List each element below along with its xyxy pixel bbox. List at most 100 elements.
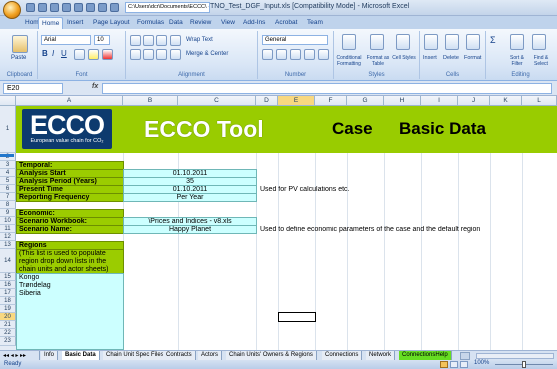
sort-icon[interactable]: [74, 3, 83, 12]
row-header[interactable]: 11: [0, 225, 16, 233]
horizontal-scrollbar[interactable]: [476, 353, 554, 359]
row-header[interactable]: 13: [0, 241, 16, 249]
row-header[interactable]: 12: [0, 233, 16, 241]
italic-button[interactable]: I: [52, 49, 54, 58]
paste-label[interactable]: Paste: [11, 55, 26, 61]
borders-icon[interactable]: [74, 49, 85, 60]
indent-icon[interactable]: [170, 49, 181, 60]
tab-data[interactable]: Data: [166, 17, 186, 29]
column-header-c[interactable]: C: [178, 96, 256, 106]
number-format-select[interactable]: General: [262, 35, 328, 45]
find-select-button[interactable]: Find & Select: [529, 55, 553, 67]
undo-icon[interactable]: [98, 3, 107, 12]
reporting-frequency-value[interactable]: Per Year: [123, 193, 257, 202]
font-color-icon[interactable]: [102, 49, 113, 60]
sort-filter-button[interactable]: Sort & Filter: [506, 55, 528, 67]
spellcheck-icon[interactable]: [62, 3, 71, 12]
insert-cells-icon[interactable]: [424, 34, 438, 50]
row-header[interactable]: 15: [0, 273, 16, 281]
tab-acrobat[interactable]: Acrobat: [272, 17, 300, 29]
row-header[interactable]: 1: [0, 106, 16, 153]
row-header[interactable]: 23: [0, 337, 16, 346]
row-header[interactable]: 7: [0, 193, 16, 201]
align-middle-icon[interactable]: [143, 35, 154, 46]
tab-review[interactable]: Review: [187, 17, 214, 29]
column-header-g[interactable]: G: [347, 96, 384, 106]
page-layout-icon[interactable]: [450, 361, 458, 368]
selected-cell[interactable]: [278, 312, 316, 322]
tab-home-active[interactable]: Home: [38, 17, 64, 29]
increase-decimal-icon[interactable]: [304, 49, 315, 60]
bold-button[interactable]: B: [42, 49, 48, 58]
format-cells-icon[interactable]: [466, 34, 480, 50]
regions-list[interactable]: Kongo Trøndelag Siberia: [16, 273, 124, 350]
preview-icon[interactable]: [50, 3, 59, 12]
sum-icon[interactable]: [86, 3, 95, 12]
row-header[interactable]: 3: [0, 161, 16, 169]
fill-color-icon[interactable]: [88, 49, 99, 60]
column-header-i[interactable]: I: [421, 96, 458, 106]
column-header-l[interactable]: L: [522, 96, 557, 106]
column-header-b[interactable]: B: [123, 96, 178, 106]
conditional-formatting-button[interactable]: Conditional Formatting: [334, 55, 364, 67]
tab-add-ins[interactable]: Add-Ins: [240, 17, 268, 29]
format-table-icon[interactable]: [370, 34, 384, 50]
row-header[interactable]: 19: [0, 305, 16, 313]
row-header[interactable]: 18: [0, 297, 16, 305]
align-center-icon[interactable]: [143, 49, 154, 60]
autosum-icon[interactable]: Σ: [490, 35, 496, 45]
find-select-icon[interactable]: [532, 34, 546, 50]
cell-styles-button[interactable]: Cell Styles: [392, 55, 416, 61]
column-header-h[interactable]: H: [384, 96, 421, 106]
row-header[interactable]: 9: [0, 209, 16, 217]
column-header-f[interactable]: F: [315, 96, 347, 106]
row-header[interactable]: 21: [0, 321, 16, 329]
row-header[interactable]: 5: [0, 177, 16, 185]
region-item[interactable]: Kongo: [19, 274, 123, 282]
percent-icon[interactable]: [276, 49, 287, 60]
row-header[interactable]: 10: [0, 217, 16, 225]
name-box[interactable]: E20: [3, 83, 63, 94]
format-table-button[interactable]: Format as Table: [364, 55, 392, 67]
merge-center-button[interactable]: Merge & Center: [186, 51, 228, 57]
orientation-icon[interactable]: [170, 35, 181, 46]
format-button[interactable]: Format: [464, 55, 481, 61]
align-top-icon[interactable]: [130, 35, 141, 46]
row-header[interactable]: 22: [0, 329, 16, 337]
wrap-text-button[interactable]: Wrap Text: [186, 37, 213, 43]
conditional-formatting-icon[interactable]: [342, 34, 356, 50]
insert-button[interactable]: Insert: [423, 55, 437, 61]
cell-styles-icon[interactable]: [396, 34, 410, 50]
column-header-k[interactable]: K: [490, 96, 522, 106]
tab-view[interactable]: View: [218, 17, 238, 29]
currency-icon[interactable]: [262, 49, 273, 60]
row-header[interactable]: 16: [0, 281, 16, 289]
zoom-slider-handle[interactable]: [522, 361, 526, 368]
tab-team[interactable]: Team: [304, 17, 326, 29]
delete-button[interactable]: Delete: [443, 55, 459, 61]
scenario-name-value[interactable]: Happy Planet: [123, 225, 257, 234]
row-header[interactable]: 14: [0, 249, 16, 273]
tab-formulas[interactable]: Formulas: [134, 17, 167, 29]
font-size-select[interactable]: 10: [94, 35, 110, 45]
tab-insert[interactable]: Insert: [64, 17, 86, 29]
select-all-corner[interactable]: [0, 96, 16, 106]
column-header-d[interactable]: D: [256, 96, 278, 106]
zoom-level[interactable]: 100%: [474, 360, 489, 366]
formula-input[interactable]: [102, 83, 552, 94]
font-family-select[interactable]: Arial: [41, 35, 91, 45]
print-icon[interactable]: [38, 3, 47, 12]
decrease-decimal-icon[interactable]: [318, 49, 329, 60]
align-bottom-icon[interactable]: [156, 35, 167, 46]
delete-cells-icon[interactable]: [445, 34, 459, 50]
comma-icon[interactable]: [290, 49, 301, 60]
new-sheet-icon[interactable]: [460, 352, 470, 360]
row-header[interactable]: 8: [0, 201, 16, 209]
normal-view-icon[interactable]: [440, 361, 448, 368]
column-header-j[interactable]: J: [458, 96, 490, 106]
path-box[interactable]: C:\Users\dcr\Documents\ECCC\ ·: [125, 2, 210, 13]
worksheet-grid[interactable]: ECCO European value chain for CO₂ ECCO T…: [16, 106, 557, 350]
page-break-icon[interactable]: [460, 361, 468, 368]
row-header[interactable]: 6: [0, 185, 16, 193]
paste-icon[interactable]: [12, 35, 28, 53]
